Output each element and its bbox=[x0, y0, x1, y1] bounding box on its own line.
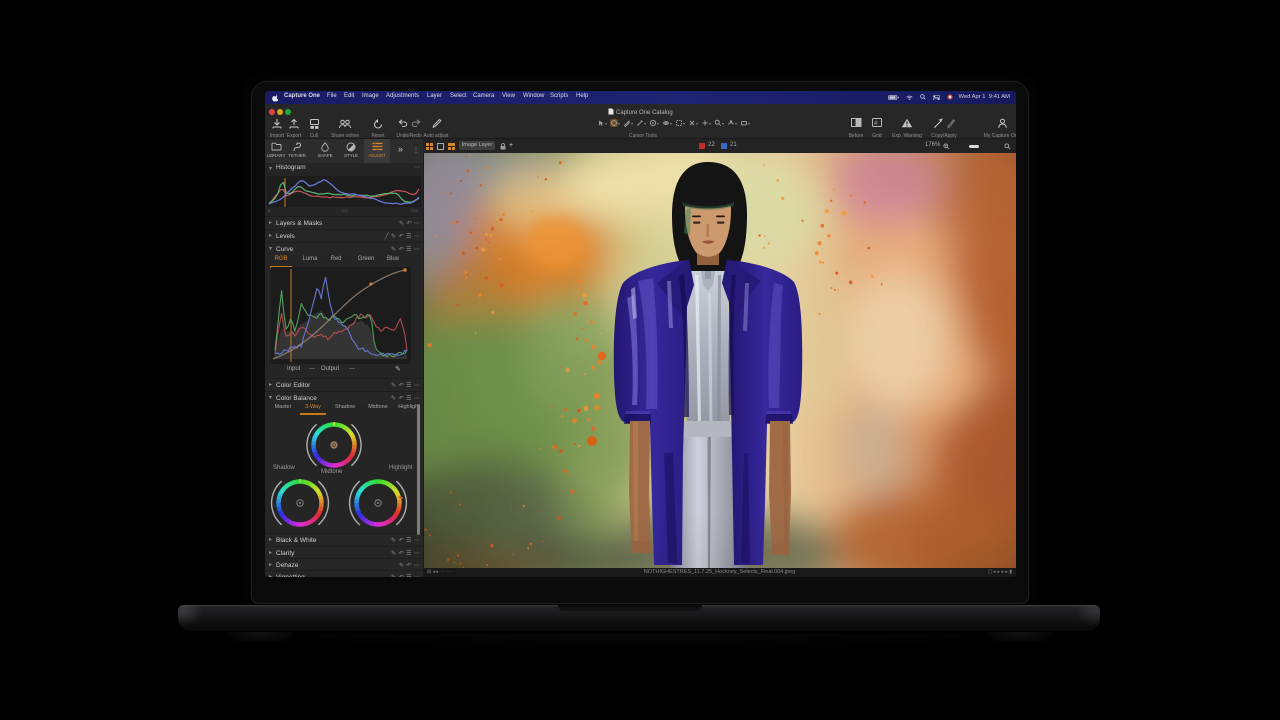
svg-text:#: # bbox=[874, 121, 878, 127]
